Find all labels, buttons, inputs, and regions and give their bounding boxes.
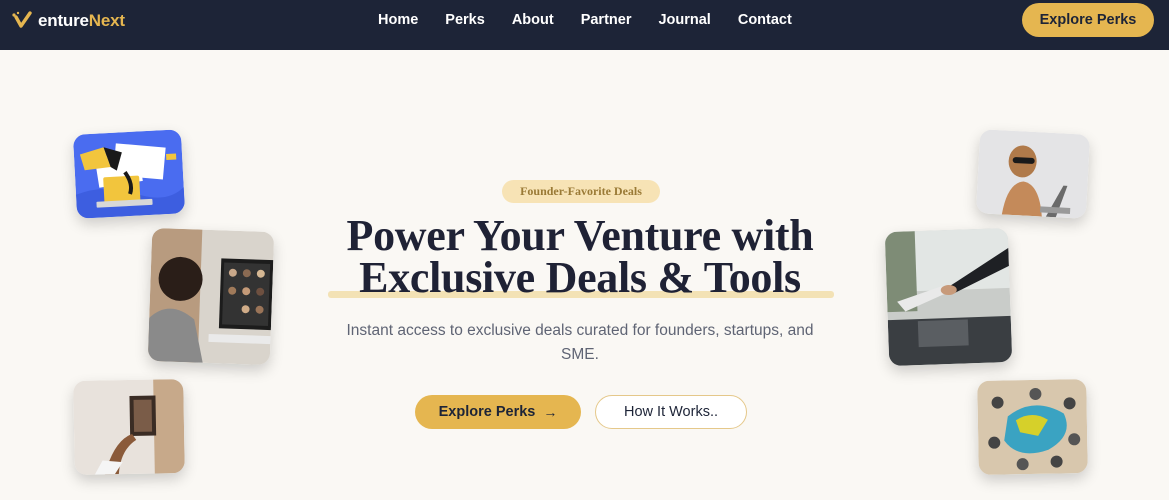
nav-link-home[interactable]: Home bbox=[378, 12, 418, 28]
hero-explore-perks-button[interactable]: Explore Perks → bbox=[415, 395, 581, 429]
image-dog-at-laptop bbox=[975, 129, 1091, 219]
image-hand-pointing-picture bbox=[73, 379, 185, 475]
hero-explore-perks-label: Explore Perks bbox=[438, 404, 536, 420]
hero-subtitle: Instant access to exclusive deals curate… bbox=[320, 319, 840, 367]
nav-link-about[interactable]: About bbox=[512, 12, 554, 28]
logo-mark-icon bbox=[12, 11, 32, 28]
hero-headline: Power Your Venture with Exclusive Deals … bbox=[300, 214, 860, 302]
image-laptop-megaphone bbox=[72, 129, 186, 219]
nav-link-partner[interactable]: Partner bbox=[581, 12, 632, 28]
image-handshake bbox=[884, 227, 1013, 367]
main-nav: Home Perks About Partner Journal Contact bbox=[378, 0, 819, 40]
nav-explore-perks-button[interactable]: Explore Perks bbox=[1022, 3, 1154, 37]
nav-link-perks[interactable]: Perks bbox=[445, 12, 485, 28]
hero-headline-line2: Exclusive Deals & Tools bbox=[359, 253, 801, 302]
nav-link-journal[interactable]: Journal bbox=[658, 12, 710, 28]
image-team-table-overhead bbox=[977, 379, 1088, 475]
hero-badge: Founder-Favorite Deals bbox=[502, 180, 660, 203]
brand-name: entureNext bbox=[38, 11, 125, 30]
arrow-right-icon: → bbox=[543, 404, 558, 420]
hero-subtitle-line2: SME. bbox=[561, 346, 599, 363]
nav-link-contact[interactable]: Contact bbox=[738, 12, 792, 28]
how-it-works-button[interactable]: How It Works.. bbox=[595, 395, 747, 429]
brand-logo[interactable]: entureNext bbox=[10, 9, 125, 33]
top-navbar: entureNext Home Perks About Partner Jour… bbox=[0, 0, 1169, 50]
image-video-call bbox=[147, 227, 275, 366]
hero-subtitle-line1: Instant access to exclusive deals curate… bbox=[346, 322, 814, 339]
